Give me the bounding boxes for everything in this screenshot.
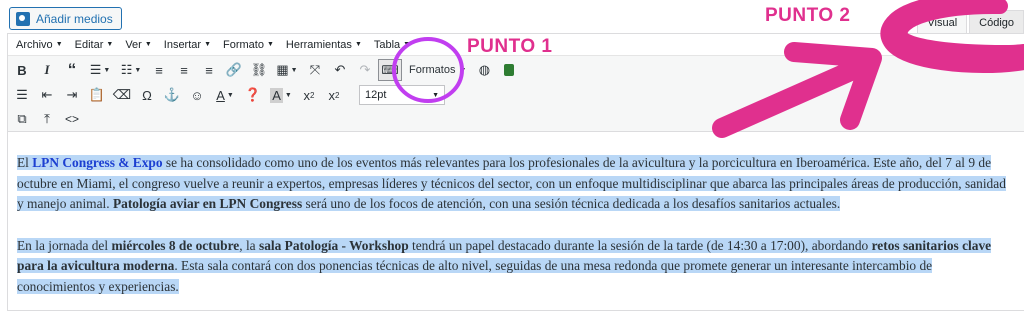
bold-icon[interactable]: B: [10, 58, 34, 82]
date-bold: miércoles 8 de octubre: [111, 237, 240, 253]
toolbar-toggle-button[interactable]: ⌨: [378, 59, 402, 81]
upload-icon[interactable]: ⤒: [35, 107, 59, 131]
toolbar-row-1: B I “ ☰ ▼ ☷ ▼ ≡ ≡ ≡ 🔗 ⛓ ▦ ▼ ⤧ ↶ ↷ ⌨ Formato…: [10, 58, 522, 82]
caret-down-icon: ▼: [106, 41, 114, 48]
align-right-icon[interactable]: ≡: [197, 58, 221, 82]
unlink-icon[interactable]: ⛓: [247, 58, 271, 82]
menu-label: Tabla: [373, 38, 401, 51]
numbered-list-icon[interactable]: ☷ ▼: [116, 58, 146, 82]
text-run: En la jornada del: [17, 237, 112, 253]
caret-down-icon: ▼: [354, 41, 362, 48]
text-run: El: [17, 155, 33, 170]
table-icon[interactable]: ▦ ▼: [272, 58, 302, 82]
annotation-punto-2: PUNTO 2: [765, 5, 851, 26]
outdent-icon[interactable]: ⇤: [35, 83, 59, 107]
font-size-select[interactable]: 12pt ▼: [359, 85, 445, 105]
menu-insertar[interactable]: Insertar ▼: [164, 39, 211, 51]
link-icon[interactable]: 🔗: [222, 58, 246, 82]
menu-ver[interactable]: Ver ▼: [125, 39, 151, 51]
align-left-icon[interactable]: ≡: [147, 58, 171, 82]
annotation-punto-1: PUNTO 1: [467, 36, 553, 57]
justify-icon[interactable]: ☰: [10, 83, 34, 107]
menu-label: Formato: [223, 38, 264, 51]
room-bold: sala Patología - Workshop: [258, 237, 409, 253]
paragraph-1-highlight: El LPN Congress & Expo se ha consolidado…: [17, 155, 1006, 211]
align-center-icon[interactable]: ≡: [172, 58, 196, 82]
menu-label: Archivo: [16, 38, 53, 51]
paste-text-icon[interactable]: 📋: [85, 83, 109, 107]
event-name-bold: LPN Congress & Expo: [32, 155, 163, 170]
editor-tabs: Visual Código: [917, 10, 1024, 34]
editor-content[interactable]: El LPN Congress & Expo se ha consolidado…: [17, 153, 1007, 311]
code-icon[interactable]: <>: [60, 107, 84, 131]
undo-icon[interactable]: ↶: [328, 58, 352, 82]
menu-archivo[interactable]: Archivo ▼: [16, 39, 63, 51]
italic-icon[interactable]: I: [35, 58, 59, 82]
paragraph-2-highlight: En la jornada del miércoles 8 de octubre…: [17, 237, 992, 294]
omega-icon[interactable]: Ω: [135, 83, 159, 107]
caret-down-icon: ▼: [459, 66, 467, 74]
keyboard-icon[interactable]: ⌨: [378, 58, 402, 82]
formats-label: Formatos: [409, 64, 456, 76]
redo-icon[interactable]: ↷: [353, 58, 377, 82]
topic-bold: Patología aviar en LPN Congress: [112, 196, 303, 211]
add-media-label: Añadir medios: [36, 11, 113, 26]
menu-label: Insertar: [163, 38, 202, 51]
menu-tabla[interactable]: Tabla ▼: [374, 39, 410, 51]
globe-icon[interactable]: ◍: [472, 58, 496, 82]
text-run: tendrá un papel destacado durante la ses…: [408, 237, 872, 253]
caret-down-icon: ▼: [432, 91, 439, 99]
tab-code[interactable]: Código: [969, 10, 1024, 34]
anchor-icon[interactable]: ⚓: [160, 83, 184, 107]
text-run: , la: [239, 237, 259, 253]
menu-herramientas[interactable]: Herramientas ▼: [286, 39, 362, 51]
indent-icon[interactable]: ⇥: [60, 83, 84, 107]
tab-visual[interactable]: Visual: [917, 10, 968, 34]
evernote-icon[interactable]: [497, 58, 521, 82]
caret-down-icon: ▼: [144, 41, 152, 48]
media-icon: [16, 11, 30, 26]
menu-label: Herramientas: [285, 38, 352, 51]
toolbar-row-3: ⧉ ⤒ <>: [10, 107, 85, 131]
text-color-icon[interactable]: A ▼: [210, 83, 240, 107]
paragraph-2: En la jornada del miércoles 8 de octubre…: [17, 236, 1007, 298]
paragraph-1: El LPN Congress & Expo se ha consolidado…: [17, 153, 1007, 215]
help-icon[interactable]: ❓: [241, 83, 265, 107]
caret-down-icon: ▼: [403, 41, 411, 48]
caret-down-icon: ▼: [266, 41, 274, 48]
text-run: será uno de los focos de atención, con u…: [302, 196, 841, 211]
emoji-icon[interactable]: ☺: [185, 83, 209, 107]
menu-formato[interactable]: Formato ▼: [223, 39, 274, 51]
superscript-icon[interactable]: x2: [322, 83, 346, 107]
toolbar-row-2: ☰ ⇤ ⇥ 📋 ⌫ Ω ⚓ ☺ A ▼ ❓ A ▼ x2 x2 12pt ▼: [10, 83, 445, 107]
bullet-list-icon[interactable]: ☰ ▼: [85, 58, 115, 82]
formats-dropdown[interactable]: Formatos ▼: [409, 64, 466, 76]
subscript-icon[interactable]: x2: [297, 83, 321, 107]
menu-label: Ver: [125, 38, 142, 51]
font-size-value: 12pt: [365, 89, 387, 101]
menu-label: Editar: [74, 38, 104, 51]
menu-editar[interactable]: Editar ▼: [75, 39, 114, 51]
background-color-icon[interactable]: A ▼: [266, 83, 296, 107]
find-icon[interactable]: ⧉: [10, 107, 34, 131]
clear-format-icon[interactable]: ⌫: [110, 83, 134, 107]
add-media-button[interactable]: Añadir medios: [9, 7, 122, 30]
fullscreen-icon[interactable]: ⤧: [303, 58, 327, 82]
caret-down-icon: ▼: [204, 41, 211, 48]
blockquote-icon[interactable]: “: [60, 58, 84, 82]
caret-down-icon: ▼: [55, 41, 63, 48]
